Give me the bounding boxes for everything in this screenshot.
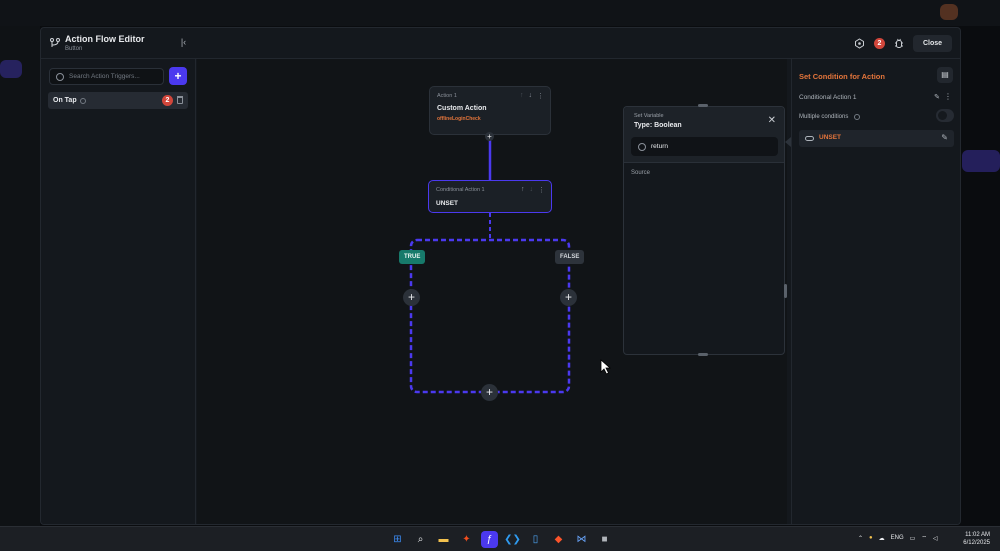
start-icon[interactable]: ⊞ bbox=[389, 531, 406, 548]
set-variable-popover: Set Variable Type: Boolean ✕ Source bbox=[623, 106, 785, 355]
close-icon[interactable]: ✕ bbox=[768, 116, 776, 126]
add-false-action-plus-icon[interactable]: + bbox=[560, 289, 577, 306]
add-after-plus-icon[interactable]: + bbox=[481, 384, 498, 401]
resize-handle[interactable] bbox=[698, 353, 708, 356]
false-branch-tag: FALSE bbox=[555, 250, 585, 264]
brave-icon[interactable]: ◆ bbox=[550, 531, 567, 548]
source-section-label: Source bbox=[631, 170, 651, 176]
true-branch-tag: TRUE bbox=[399, 250, 426, 264]
node-controls: ↑ ↓ ⋮ bbox=[520, 92, 544, 100]
move-down-icon[interactable]: ↓ bbox=[530, 186, 534, 194]
system-tray: ⌃ ● ☁ ENG ▭ ⌔ ◁ bbox=[858, 534, 938, 542]
more-options-icon[interactable]: ⋮ bbox=[538, 186, 545, 194]
app-icon[interactable]: ■ bbox=[596, 531, 613, 548]
node-title: Custom Action bbox=[437, 105, 487, 112]
conditional-node[interactable]: Conditional Action 1 ↑ ↓ ⋮ UNSET bbox=[428, 180, 552, 213]
vscode-icon[interactable]: ❮❯ bbox=[504, 531, 521, 548]
node-caption: Action 1 bbox=[437, 93, 457, 99]
search-icon bbox=[638, 142, 646, 151]
branch-box bbox=[409, 238, 571, 394]
move-up-icon[interactable]: ↑ bbox=[520, 92, 524, 100]
wifi-icon[interactable]: ⌔ bbox=[921, 534, 927, 542]
taskbar-apps: ⊞ ⌕ ▬ ✦ ƒ ❮❯ ▯ ◆ ⋈ ■ bbox=[389, 531, 613, 548]
node-caption: Conditional Action 1 bbox=[436, 187, 485, 193]
popover-caption: Set Variable bbox=[634, 113, 664, 119]
file-explorer-icon[interactable]: ▬ bbox=[435, 531, 452, 548]
display-icon[interactable]: ▭ bbox=[910, 535, 916, 542]
resize-handle[interactable] bbox=[784, 284, 787, 298]
notes-icon[interactable]: ▯ bbox=[527, 531, 544, 548]
chevron-up-icon[interactable]: ⌃ bbox=[858, 535, 863, 542]
clock-time: 11:02 AM bbox=[965, 532, 990, 538]
taskbar: ⊞ ⌕ ▬ ✦ ƒ ❮❯ ▯ ◆ ⋈ ■ ⌃ ● ☁ ENG ▭ ⌔ ◁ 11:… bbox=[0, 526, 1000, 551]
search-icon[interactable]: ⌕ bbox=[412, 531, 429, 548]
flow-connectors bbox=[409, 140, 571, 394]
figma-icon[interactable]: ✦ bbox=[458, 531, 475, 548]
diagram-app-icon[interactable]: ⋈ bbox=[573, 531, 590, 548]
move-down-icon[interactable]: ↓ bbox=[529, 92, 533, 100]
add-true-action-plus-icon[interactable]: + bbox=[403, 289, 420, 306]
resize-handle[interactable] bbox=[698, 104, 708, 107]
node-title: UNSET bbox=[436, 200, 459, 207]
move-up-icon[interactable]: ↑ bbox=[521, 186, 525, 194]
popover-title: Type: Boolean bbox=[634, 122, 682, 129]
popover-pointer bbox=[785, 137, 791, 147]
add-action-plus-icon[interactable]: + bbox=[485, 132, 494, 141]
node-subtitle: offlineLoginCheck bbox=[437, 116, 481, 122]
language-indicator[interactable]: ENG bbox=[891, 535, 904, 541]
popover-header: Set Variable Type: Boolean ✕ bbox=[624, 107, 784, 163]
node-controls: ↑ ↓ ⋮ bbox=[521, 186, 545, 194]
variable-search[interactable] bbox=[631, 137, 778, 156]
clock-date: 6/12/2025 bbox=[963, 540, 990, 546]
flutterflow-icon[interactable]: ƒ bbox=[481, 531, 498, 548]
cloud-icon[interactable]: ☁ bbox=[879, 535, 885, 542]
more-options-icon[interactable]: ⋮ bbox=[537, 92, 544, 100]
mouse-cursor-icon bbox=[600, 359, 612, 375]
chrome-icon[interactable]: ● bbox=[869, 535, 873, 541]
volume-icon[interactable]: ◁ bbox=[933, 535, 938, 542]
clock[interactable]: 11:02 AM 6/12/2025 bbox=[963, 531, 990, 547]
action-node[interactable]: Action 1 ↑ ↓ ⋮ Custom Action offlineLogi… bbox=[429, 86, 551, 135]
variable-search-input[interactable] bbox=[651, 143, 761, 150]
